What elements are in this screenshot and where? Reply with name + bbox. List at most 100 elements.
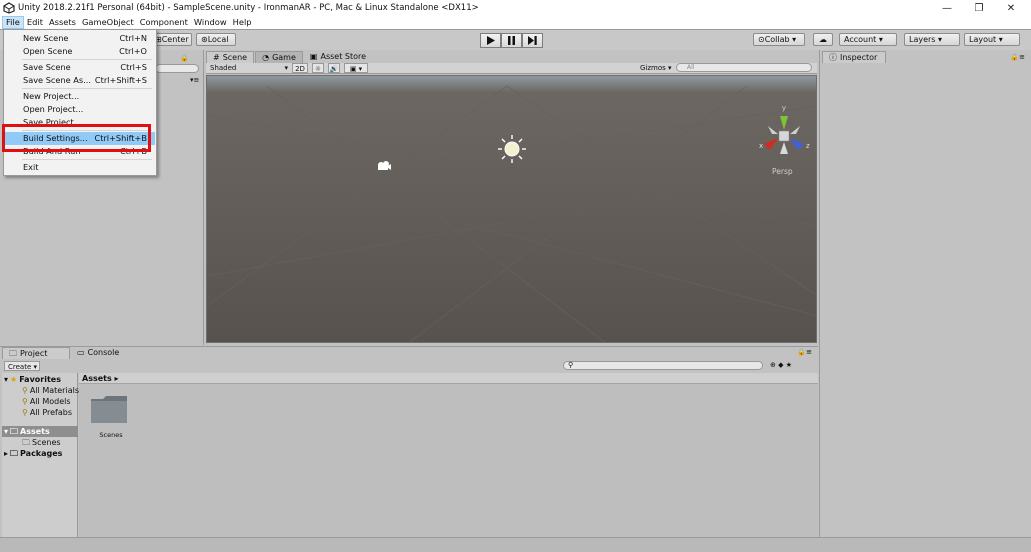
hierarchy-search-input[interactable] <box>155 64 199 73</box>
tab-game[interactable]: ◔ Game <box>255 51 303 63</box>
folder-item[interactable]: 🗀 Scenes <box>22 437 61 448</box>
menu-item-label: New Project... <box>23 91 80 101</box>
expand-arrow-icon[interactable]: ▾ <box>4 426 8 437</box>
filter-type-icon[interactable]: ⊕ <box>770 361 776 369</box>
scene-viewport[interactable]: y x z Persp <box>206 75 817 343</box>
expand-arrow-icon[interactable]: ▾ <box>4 374 8 385</box>
toggle-2d-button[interactable]: 2D <box>292 63 308 73</box>
menu-open-scene[interactable]: Open Scene Ctrl+O <box>5 45 155 58</box>
tab-console[interactable]: ▭ Console <box>71 347 139 359</box>
play-icon <box>487 36 495 45</box>
layout-label: Layout <box>969 35 997 44</box>
menu-item-label: Save Scene As... <box>23 75 91 85</box>
favorite-item-label: All Prefabs <box>29 408 73 417</box>
axis-z-label: z <box>806 142 810 150</box>
scene-grid: y x z Persp <box>207 76 816 342</box>
menu-new-scene[interactable]: New Scene Ctrl+N <box>5 32 155 45</box>
search-icon: ⚲ <box>568 361 574 369</box>
breadcrumb-assets[interactable]: Assets <box>82 374 112 383</box>
maximize-button[interactable]: ❐ <box>962 0 996 16</box>
inspector-lock-icon[interactable]: 🔒≡ <box>1010 53 1025 61</box>
menu-component[interactable]: Component <box>137 16 191 29</box>
shading-mode-dropdown[interactable]: Shaded ▾ <box>210 63 290 73</box>
layout-dropdown[interactable]: Layout ▾ <box>964 33 1020 46</box>
tab-inspector-label: Inspector <box>840 52 878 62</box>
tab-inspector[interactable]: ⓘ Inspector <box>822 51 886 63</box>
menu-save-scene-as[interactable]: Save Scene As... Ctrl+Shift+S <box>5 74 155 87</box>
play-button[interactable] <box>480 33 501 48</box>
packages-folder-row[interactable]: ▸ 🗀 Packages <box>4 448 62 459</box>
menu-item-label: Exit <box>23 162 39 172</box>
favorite-item[interactable]: ⚲ All Materials <box>22 385 79 396</box>
pause-icon <box>508 36 515 45</box>
close-button[interactable]: ✕ <box>994 0 1028 16</box>
menu-edit[interactable]: Edit <box>24 16 46 29</box>
menu-separator <box>22 159 152 160</box>
minimize-button[interactable]: — <box>930 0 964 16</box>
pause-button[interactable] <box>501 33 522 48</box>
favorites-row[interactable]: ▾ ★ Favorites <box>4 374 61 385</box>
menu-separator <box>22 88 152 89</box>
filter-buttons[interactable]: ⊕ ◆ ★ <box>770 360 812 371</box>
tab-project[interactable]: 🗀 Project <box>2 347 70 359</box>
filter-label-icon[interactable]: ◆ <box>778 361 783 369</box>
menu-gameobject[interactable]: GameObject <box>79 16 137 29</box>
project-lock-icon[interactable]: 🔒≡ <box>797 348 812 356</box>
project-search-input[interactable]: ⚲ <box>563 361 763 370</box>
layers-dropdown[interactable]: Layers ▾ <box>904 33 960 46</box>
gizmos-label: Gizmos <box>640 64 666 72</box>
account-label: Account <box>844 35 877 44</box>
assets-folder-row[interactable]: ▾ 🗀 Assets <box>2 426 78 437</box>
cloud-button[interactable]: ☁ <box>813 33 833 46</box>
favorite-star-icon[interactable]: ★ <box>786 361 792 369</box>
menu-file[interactable]: File <box>2 16 24 29</box>
panel-menu-icon[interactable]: ▾≡ <box>190 76 199 84</box>
search-icon: ⚲ <box>22 408 28 417</box>
menu-window[interactable]: Window <box>191 16 230 29</box>
annotation-highlight-box <box>2 124 151 152</box>
account-dropdown[interactable]: Account ▾ <box>839 33 897 46</box>
asset-store-icon: ▣ <box>309 52 318 61</box>
collab-label: Collab <box>764 35 790 44</box>
scene-toolbar: Shaded ▾ 2D ☼ 🔊 ▣ ▾ Gizmos ▾ All <box>206 63 817 74</box>
center-label: Center <box>161 35 189 44</box>
menu-save-scene[interactable]: Save Scene Ctrl+S <box>5 61 155 74</box>
step-button[interactable] <box>522 33 543 48</box>
cloud-icon: ☁ <box>819 35 827 44</box>
favorite-item[interactable]: ⚲ All Prefabs <box>22 407 72 418</box>
pivot-local-toggle[interactable]: ⊛Local <box>196 33 236 46</box>
tab-scene-label: Scene <box>222 52 248 62</box>
effects-dropdown-icon[interactable]: ▣ ▾ <box>344 63 368 73</box>
folder-icon: 🗀 <box>22 438 30 447</box>
create-dropdown[interactable]: Create ▾ <box>4 361 40 371</box>
editor-area: ⊞Center ⊛Local ⊙Collab ▾ ☁ Account ▾ Lay… <box>0 29 1031 552</box>
favorite-item[interactable]: ⚲ All Models <box>22 396 71 407</box>
tab-asset-store[interactable]: ▣ Asset Store <box>304 51 372 63</box>
menu-exit[interactable]: Exit <box>5 161 155 174</box>
lighting-toggle-icon[interactable]: ☼ <box>312 63 324 73</box>
gizmos-dropdown[interactable]: Gizmos ▾ <box>640 63 672 73</box>
project-panel: 🗀 Project ▭ Console 🔒≡ Create ▾ ⚲ ⊕ ◆ ★ ▾ … <box>0 346 818 552</box>
folder-icon <box>91 396 127 423</box>
menu-open-project[interactable]: Open Project... <box>5 103 155 116</box>
collab-dropdown[interactable]: ⊙Collab ▾ <box>753 33 805 46</box>
tab-console-label: Console <box>87 348 120 357</box>
info-icon: ⓘ <box>829 52 837 62</box>
menu-new-project[interactable]: New Project... <box>5 90 155 103</box>
layers-label: Layers <box>909 35 936 44</box>
scene-search-input[interactable]: All <box>676 63 812 72</box>
menu-item-shortcut: Ctrl+S <box>120 62 147 72</box>
menu-assets[interactable]: Assets <box>46 16 79 29</box>
menu-item-label: Save Scene <box>23 62 71 72</box>
expand-arrow-icon[interactable]: ▸ <box>4 448 8 459</box>
menu-help[interactable]: Help <box>230 16 255 29</box>
title-bar: Unity 2018.2.21f1 Personal (64bit) - Sam… <box>0 0 1031 16</box>
menu-separator <box>22 59 152 60</box>
tab-scene[interactable]: # Scene <box>206 51 255 63</box>
asset-folder-item[interactable]: Scenes <box>89 393 133 443</box>
audio-toggle-icon[interactable]: 🔊 <box>328 63 340 73</box>
lock-icon[interactable]: 🔒 <box>180 54 189 62</box>
local-icon: ⊛ <box>201 35 208 44</box>
shading-mode-label: Shaded <box>210 64 237 72</box>
create-label: Create <box>8 363 32 371</box>
